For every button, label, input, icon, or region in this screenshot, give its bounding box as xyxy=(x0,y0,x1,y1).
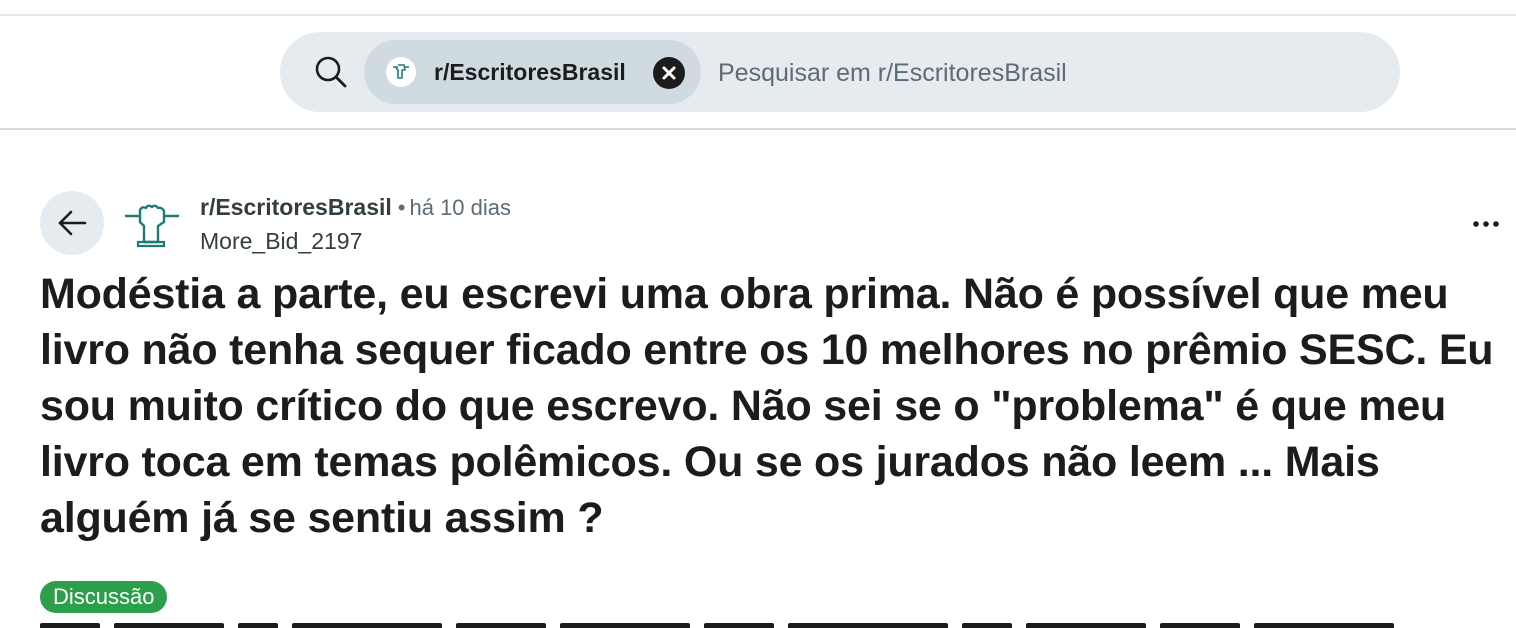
close-icon[interactable] xyxy=(653,57,685,89)
post-meta: r/EscritoresBrasil • há 10 dias xyxy=(200,194,511,221)
back-button[interactable] xyxy=(40,191,104,255)
arrow-left-icon xyxy=(58,210,87,236)
search-icon[interactable] xyxy=(314,55,348,89)
meta-separator: • xyxy=(397,195,406,220)
subreddit-avatar-icon[interactable] xyxy=(124,198,180,250)
post-body-preview xyxy=(40,620,1460,628)
subreddit-link[interactable]: r/EscritoresBrasil xyxy=(200,194,392,220)
more-horizontal-icon[interactable] xyxy=(1466,208,1506,240)
subreddit-scope-chip[interactable]: r/EscritoresBrasil xyxy=(364,40,701,104)
subreddit-avatar-icon xyxy=(386,57,416,87)
search-input[interactable] xyxy=(716,50,1360,96)
top-divider xyxy=(0,14,1516,16)
chip-label: r/EscritoresBrasil xyxy=(434,59,626,85)
author-link[interactable]: More_Bid_2197 xyxy=(200,228,362,255)
post-time: há 10 dias xyxy=(409,195,512,220)
post-flair[interactable]: Discussão xyxy=(40,581,168,613)
search-bar[interactable]: r/EscritoresBrasil xyxy=(280,32,1400,112)
header-divider xyxy=(0,128,1516,130)
post-title: Modéstia a parte, eu escrevi uma obra pr… xyxy=(40,270,1494,542)
